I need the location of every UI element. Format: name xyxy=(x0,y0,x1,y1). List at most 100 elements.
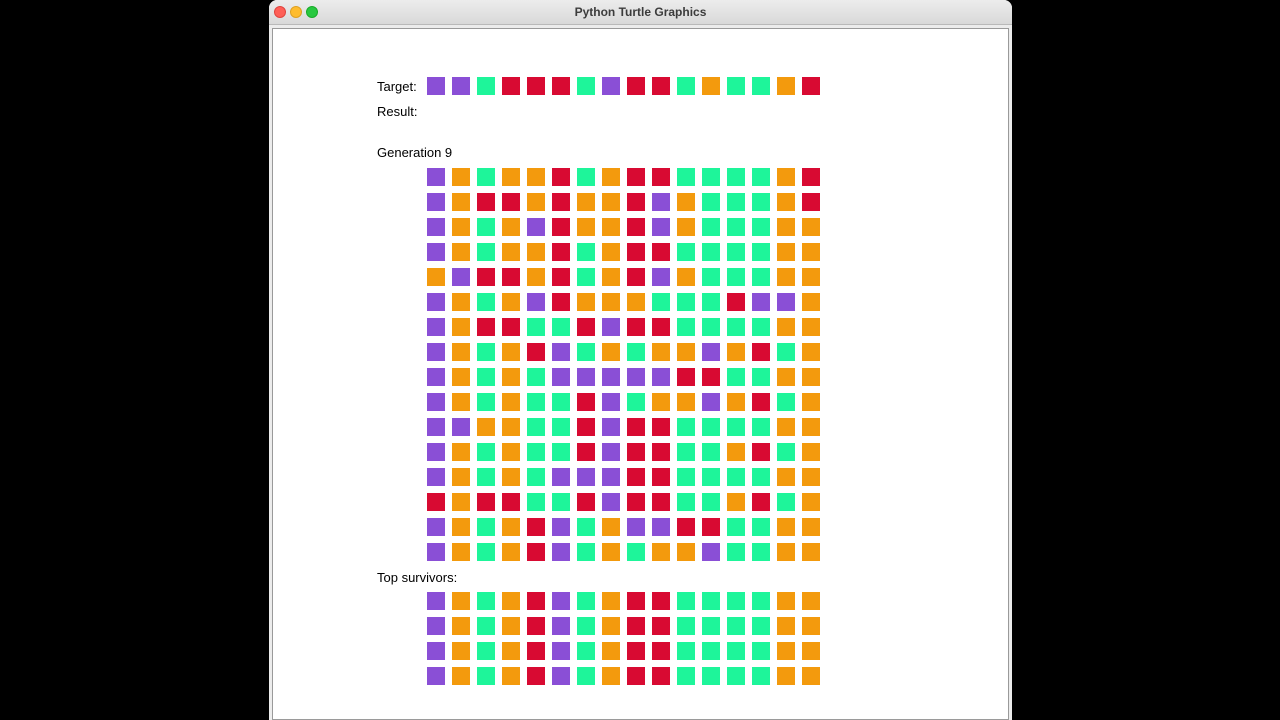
survivor-gene-red-square xyxy=(652,617,670,635)
population-gene-orange-square xyxy=(452,343,470,361)
population-gene-green-square xyxy=(677,318,695,336)
survivor-gene-orange-square xyxy=(452,667,470,685)
population-gene-red-square xyxy=(552,193,570,211)
population-gene-green-square xyxy=(777,393,795,411)
population-gene-green-square xyxy=(477,543,495,561)
population-gene-green-square xyxy=(652,293,670,311)
survivor-gene-red-square xyxy=(527,642,545,660)
population-gene-red-square xyxy=(527,343,545,361)
survivor-gene-red-square xyxy=(627,667,645,685)
population-gene-orange-square xyxy=(727,393,745,411)
population-gene-green-square xyxy=(752,218,770,236)
top-survivors-label: Top survivors: xyxy=(377,570,458,585)
population-gene-orange-square xyxy=(452,393,470,411)
population-gene-green-square xyxy=(477,368,495,386)
survivor-gene-purple-square xyxy=(552,617,570,635)
population-gene-red-square xyxy=(627,468,645,486)
population-gene-orange-square xyxy=(802,493,820,511)
population-gene-purple-square xyxy=(627,518,645,536)
population-gene-red-square xyxy=(627,243,645,261)
population-gene-orange-square xyxy=(777,368,795,386)
population-gene-green-square xyxy=(527,468,545,486)
population-gene-red-square xyxy=(577,493,595,511)
population-gene-orange-square xyxy=(777,168,795,186)
population-gene-red-square xyxy=(677,518,695,536)
survivor-gene-green-square xyxy=(477,592,495,610)
population-gene-orange-square xyxy=(802,318,820,336)
population-gene-green-square xyxy=(702,318,720,336)
population-gene-red-square xyxy=(502,318,520,336)
population-gene-green-square xyxy=(677,493,695,511)
survivor-gene-orange-square xyxy=(502,667,520,685)
population-gene-red-square xyxy=(752,493,770,511)
population-gene-orange-square xyxy=(502,368,520,386)
population-gene-red-square xyxy=(477,493,495,511)
target-gene-purple-square xyxy=(427,77,445,95)
title-bar[interactable]: Python Turtle Graphics xyxy=(269,0,1012,25)
population-gene-red-square xyxy=(652,443,670,461)
survivor-gene-orange-square xyxy=(602,667,620,685)
survivor-gene-orange-square xyxy=(452,592,470,610)
survivor-gene-orange-square xyxy=(802,667,820,685)
population-gene-purple-square xyxy=(652,368,670,386)
population-gene-orange-square xyxy=(777,243,795,261)
population-gene-red-square xyxy=(652,493,670,511)
population-gene-orange-square xyxy=(802,393,820,411)
population-gene-green-square xyxy=(727,368,745,386)
population-gene-purple-square xyxy=(777,293,795,311)
population-gene-green-square xyxy=(477,518,495,536)
population-gene-red-square xyxy=(427,493,445,511)
population-gene-orange-square xyxy=(502,218,520,236)
population-gene-purple-square xyxy=(652,518,670,536)
survivor-gene-green-square xyxy=(477,617,495,635)
population-gene-orange-square xyxy=(452,193,470,211)
population-gene-orange-square xyxy=(527,268,545,286)
population-gene-purple-square xyxy=(652,193,670,211)
target-gene-orange-square xyxy=(702,77,720,95)
population-gene-green-square xyxy=(677,293,695,311)
population-gene-orange-square xyxy=(452,318,470,336)
survivor-gene-green-square xyxy=(702,617,720,635)
population-gene-green-square xyxy=(677,468,695,486)
population-gene-purple-square xyxy=(702,543,720,561)
population-gene-green-square xyxy=(477,243,495,261)
population-gene-orange-square xyxy=(802,443,820,461)
survivor-gene-purple-square xyxy=(552,667,570,685)
population-gene-green-square xyxy=(677,243,695,261)
population-gene-green-square xyxy=(627,393,645,411)
population-gene-orange-square xyxy=(802,368,820,386)
population-gene-red-square xyxy=(502,193,520,211)
population-gene-purple-square xyxy=(427,518,445,536)
population-gene-red-square xyxy=(477,268,495,286)
population-gene-green-square xyxy=(702,468,720,486)
population-gene-green-square xyxy=(552,443,570,461)
population-gene-purple-square xyxy=(552,368,570,386)
population-gene-red-square xyxy=(527,518,545,536)
population-gene-purple-square xyxy=(602,443,620,461)
survivor-gene-green-square xyxy=(677,592,695,610)
population-gene-red-square xyxy=(627,268,645,286)
population-gene-purple-square xyxy=(577,468,595,486)
population-gene-orange-square xyxy=(452,168,470,186)
survivor-gene-red-square xyxy=(652,642,670,660)
generation-label: Generation 9 xyxy=(377,145,453,160)
population-gene-orange-square xyxy=(677,218,695,236)
population-gene-green-square xyxy=(552,318,570,336)
population-gene-orange-square xyxy=(602,193,620,211)
population-gene-green-square xyxy=(777,443,795,461)
population-gene-green-square xyxy=(527,493,545,511)
population-gene-green-square xyxy=(577,343,595,361)
population-gene-green-square xyxy=(752,543,770,561)
population-gene-orange-square xyxy=(502,243,520,261)
survivor-gene-orange-square xyxy=(802,617,820,635)
population-gene-orange-square xyxy=(527,243,545,261)
population-gene-purple-square xyxy=(702,343,720,361)
population-gene-orange-square xyxy=(802,518,820,536)
population-gene-green-square xyxy=(727,168,745,186)
population-gene-orange-square xyxy=(602,293,620,311)
population-gene-green-square xyxy=(527,368,545,386)
survivor-gene-purple-square xyxy=(552,642,570,660)
population-gene-red-square xyxy=(802,193,820,211)
survivor-gene-red-square xyxy=(627,617,645,635)
population-gene-orange-square xyxy=(502,418,520,436)
